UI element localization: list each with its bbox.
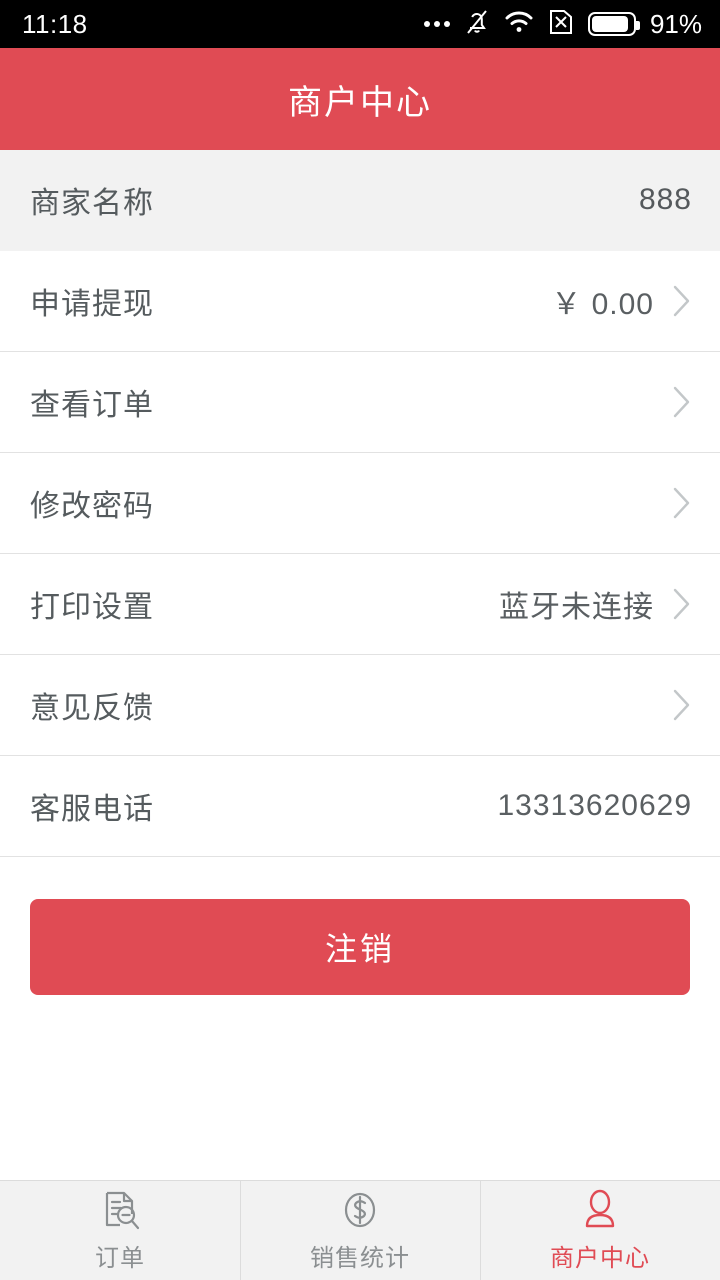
dollar-circle-icon: [337, 1188, 383, 1234]
battery-percent: 91%: [649, 8, 702, 39]
bottom-tab-bar: 订单 销售统计 商户中心: [0, 1180, 720, 1280]
chevron-right-icon: [672, 688, 692, 722]
row-right: 蓝牙未连接: [499, 582, 692, 626]
chevron-right-icon: [672, 385, 692, 419]
logout-button[interactable]: 注销: [30, 899, 690, 995]
row-right: ￥ 0.00: [551, 279, 692, 323]
row-right: 13313620629: [497, 789, 692, 823]
tab-label: 商户中心: [550, 1245, 650, 1272]
merchant-center-screen: 11:18 91% 商户中心 商家名称 888 申请提现 ￥ 0.00 查看订单…: [0, 0, 720, 1280]
row-right: [654, 385, 692, 419]
row-label: 客服电话: [30, 793, 154, 826]
row-value: 13313620629: [497, 789, 692, 822]
tab-2[interactable]: 销售统计: [240, 1181, 480, 1280]
row-label: 商家名称: [30, 187, 154, 220]
page-title: 商户中心: [288, 83, 432, 122]
person-icon: [577, 1188, 623, 1234]
list-row[interactable]: 查看订单: [0, 352, 720, 453]
row-label: 查看订单: [30, 389, 154, 422]
row-label: 意见反馈: [30, 692, 154, 725]
row-value: 888: [638, 183, 692, 216]
row-right: 888: [639, 183, 692, 217]
list-row[interactable]: 意见反馈: [0, 655, 720, 756]
tab-3[interactable]: 商户中心: [480, 1181, 720, 1280]
wifi-icon: [504, 10, 534, 39]
sim-disabled-icon: [548, 8, 574, 41]
list-row[interactable]: 申请提现 ￥ 0.00: [0, 251, 720, 352]
list-row: 商家名称 888: [0, 150, 720, 251]
row-right: [654, 486, 692, 520]
row-label: 申请提现: [30, 288, 154, 321]
logout-container: 注销: [0, 857, 720, 995]
row-right: [654, 688, 692, 722]
list-row[interactable]: 修改密码: [0, 453, 720, 554]
tab-label: 订单: [95, 1245, 145, 1272]
tab-label: 销售统计: [310, 1245, 410, 1272]
app-header: 商户中心: [0, 48, 720, 150]
row-value: ￥ 0.00: [551, 288, 654, 321]
list-row[interactable]: 打印设置 蓝牙未连接: [0, 554, 720, 655]
order-document-search-icon: [97, 1188, 143, 1234]
battery-icon: [587, 12, 640, 36]
more-dots-icon: [423, 21, 450, 27]
bell-muted-icon: [464, 7, 490, 42]
chevron-right-icon: [672, 587, 692, 621]
row-label: 打印设置: [30, 591, 154, 624]
row-label: 修改密码: [30, 490, 154, 523]
status-bar-clock: 11:18: [22, 8, 88, 39]
chevron-right-icon: [672, 486, 692, 520]
settings-list: 商家名称 888 申请提现 ￥ 0.00 查看订单修改密码打印设置 蓝牙未连接意见反馈客服…: [0, 150, 720, 857]
status-bar-icons: 91%: [423, 7, 702, 42]
chevron-right-icon: [672, 284, 692, 318]
row-value: 蓝牙未连接: [499, 591, 654, 624]
status-bar: 11:18 91%: [0, 0, 720, 48]
list-row: 客服电话 13313620629: [0, 756, 720, 857]
tab-1[interactable]: 订单: [0, 1181, 240, 1280]
